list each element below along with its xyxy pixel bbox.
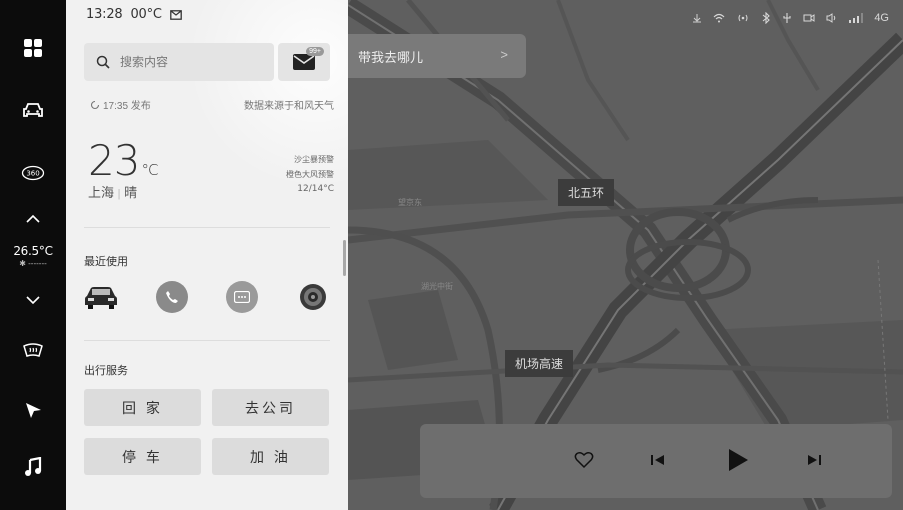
quick-panel: 13:28 00°C 99+ 17:35 发布 数据来源于和风天气 23°C 上… <box>66 0 348 510</box>
settings-icon <box>299 284 326 310</box>
city-separator: | <box>117 188 121 200</box>
mail-button[interactable]: 99+ <box>278 43 330 81</box>
bluetooth-icon <box>762 12 771 24</box>
temperature-value: 23 <box>88 136 140 185</box>
fuel-button[interactable]: 加 油 <box>212 438 329 475</box>
fan-level: ✱ ------- <box>19 259 47 268</box>
skip-previous-icon <box>651 455 664 465</box>
message-icon <box>226 281 259 313</box>
recent-app-phone[interactable] <box>155 280 189 314</box>
temp-up-button[interactable] <box>0 207 66 231</box>
go-office-button[interactable]: 去公司 <box>212 389 329 426</box>
destination-label: 带我去哪儿 <box>358 49 424 65</box>
search-input[interactable] <box>120 55 260 69</box>
weather-source: 数据来源于和风天气 <box>244 101 334 112</box>
status-bar-right: 4G <box>692 12 889 24</box>
vehicle-button[interactable] <box>0 95 66 125</box>
road-label-airport-expressway: 机场高速 <box>505 350 574 377</box>
navigation-icon <box>26 403 41 418</box>
favorite-button[interactable] <box>572 448 596 472</box>
place-label: 望京东 <box>398 198 422 207</box>
apps-grid-button[interactable] <box>0 33 66 63</box>
previous-track-button[interactable] <box>646 448 670 472</box>
city-name: 上海 <box>88 185 115 200</box>
alert-wind: 橙色大风预警 <box>286 170 334 179</box>
temperature-range: 12/14°C <box>297 184 334 194</box>
camera-360-icon: 360 <box>21 165 45 181</box>
play-button[interactable] <box>723 446 753 474</box>
chevron-right-icon: > <box>500 47 508 62</box>
search-icon <box>96 55 110 69</box>
temp-down-button[interactable] <box>0 288 66 312</box>
published-time: 17:35 发布 <box>103 101 151 112</box>
climate-readout: 26.5°C ✱ ------- <box>0 244 66 268</box>
signal-icon <box>849 13 864 23</box>
divider <box>84 340 330 341</box>
defrost-icon <box>23 343 43 357</box>
clock: 13:28 <box>86 7 123 22</box>
go-home-button[interactable]: 回 家 <box>84 389 201 426</box>
search-box[interactable] <box>84 43 274 81</box>
svg-text:360: 360 <box>26 170 39 178</box>
defrost-button[interactable] <box>0 336 66 366</box>
music-button[interactable] <box>0 452 66 482</box>
network-type: 4G <box>874 12 889 24</box>
download-icon <box>693 14 702 23</box>
side-rail: 360 26.5°C ✱ ------- <box>0 0 66 510</box>
heart-icon <box>574 452 594 469</box>
weather-condition: 晴 <box>124 185 138 200</box>
weather-alerts: 沙尘暴预警 橙色大风预警 12/14°C <box>286 152 334 197</box>
music-icon <box>25 457 42 476</box>
skip-next-icon <box>808 455 821 465</box>
phone-icon <box>155 281 188 313</box>
media-player <box>420 424 892 498</box>
play-icon <box>729 449 748 471</box>
volume-icon <box>826 13 836 23</box>
camera-360-button[interactable]: 360 <box>0 158 66 188</box>
parking-button[interactable]: 停 车 <box>84 438 201 475</box>
recent-app-car[interactable] <box>84 280 118 314</box>
usb-icon <box>783 13 791 23</box>
weather-location: 上海 | 晴 <box>88 182 137 201</box>
status-bar-left: 13:28 00°C <box>86 7 182 22</box>
weather-temperature[interactable]: 23 °C <box>88 140 158 182</box>
envelope-icon <box>293 54 315 70</box>
recent-title: 最近使用 <box>84 256 128 268</box>
destination-button[interactable]: 带我去哪儿 > <box>348 34 526 78</box>
navigation-button[interactable] <box>0 395 66 425</box>
chevron-up-icon <box>26 214 40 223</box>
apps-grid-icon <box>24 39 42 57</box>
recording-icon <box>803 14 815 22</box>
cabin-temperature: 26.5°C <box>13 244 53 258</box>
outside-temperature: 00°C <box>130 7 162 22</box>
car-icon <box>85 287 117 309</box>
temperature-unit: °C <box>141 161 158 179</box>
road-label-north-5th-ring: 北五环 <box>558 179 615 206</box>
alert-sandstorm: 沙尘暴预警 <box>294 155 334 164</box>
wifi-icon <box>713 13 725 23</box>
divider <box>84 227 330 228</box>
services-title: 出行服务 <box>84 365 128 377</box>
recent-app-messages[interactable] <box>225 280 259 314</box>
place-label: 湖光中街 <box>421 282 453 291</box>
panel-drag-handle[interactable] <box>343 240 346 276</box>
recent-apps <box>84 280 330 314</box>
hotspot-icon <box>738 14 748 22</box>
map-view[interactable]: 4G 带我去哪儿 > 北五环 机场高速 望京东 湖光中街 <box>348 0 903 510</box>
car-icon <box>23 103 43 117</box>
refresh-icon[interactable] <box>90 100 100 110</box>
next-track-button[interactable] <box>802 448 826 472</box>
recent-app-settings[interactable] <box>296 280 330 314</box>
chevron-down-icon <box>26 296 40 305</box>
mail-badge: 99+ <box>306 47 324 56</box>
message-status-icon <box>169 9 182 20</box>
weather-published: 17:35 发布 <box>90 97 151 112</box>
